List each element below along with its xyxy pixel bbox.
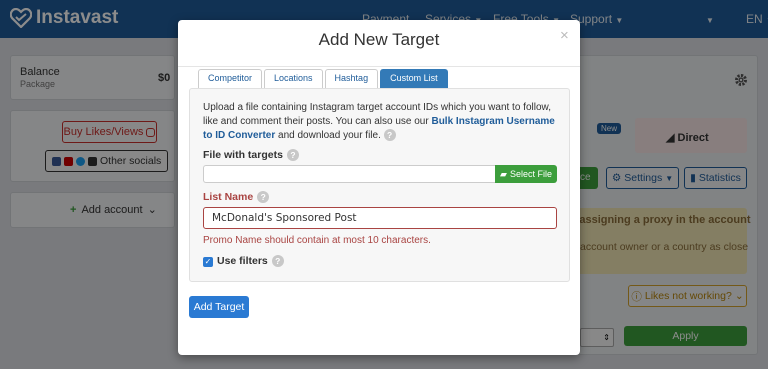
tab-competitor[interactable]: Competitor: [198, 69, 263, 88]
tab-hashtag[interactable]: Hashtag: [324, 69, 379, 88]
folder-open-icon: ▰: [500, 168, 507, 179]
close-icon[interactable]: ×: [560, 27, 569, 44]
add-target-modal: Add New Target × Competitor Locations Ha…: [178, 20, 580, 355]
target-tabs: Competitor Locations Hashtag Custom List: [198, 69, 448, 88]
help-icon[interactable]: ?: [383, 129, 396, 142]
file-with-targets-label: File with targets ?: [203, 149, 299, 161]
help-icon[interactable]: ?: [286, 149, 299, 161]
select-file-button[interactable]: ▰ Select File: [495, 165, 557, 183]
custom-list-panel: Upload a file containing Instagram targe…: [189, 88, 570, 282]
use-filters-label: Use filters ?: [217, 255, 284, 267]
use-filters-text: Use filters: [217, 255, 268, 267]
upload-description: Upload a file containing Instagram targe…: [203, 101, 561, 143]
help-icon[interactable]: ?: [271, 255, 284, 267]
list-name-label: List Name ?: [203, 191, 270, 203]
use-filters-checkbox[interactable]: ✓: [203, 257, 213, 267]
list-name-label-text: List Name: [203, 191, 254, 203]
description-text-end: and download your file.: [275, 130, 381, 141]
add-target-button[interactable]: Add Target: [189, 296, 249, 318]
tab-locations[interactable]: Locations: [264, 69, 323, 88]
list-name-error: Promo Name should contain at most 10 cha…: [203, 235, 431, 246]
list-name-input[interactable]: McDonald's Sponsored Post: [203, 207, 557, 229]
help-icon[interactable]: ?: [257, 191, 270, 203]
modal-divider: [178, 66, 580, 67]
tab-custom-list[interactable]: Custom List: [380, 69, 448, 88]
file-path-input[interactable]: [203, 165, 496, 183]
file-label-text: File with targets: [203, 149, 283, 161]
modal-title: Add New Target: [318, 30, 440, 49]
select-file-label: Select File: [509, 169, 552, 179]
